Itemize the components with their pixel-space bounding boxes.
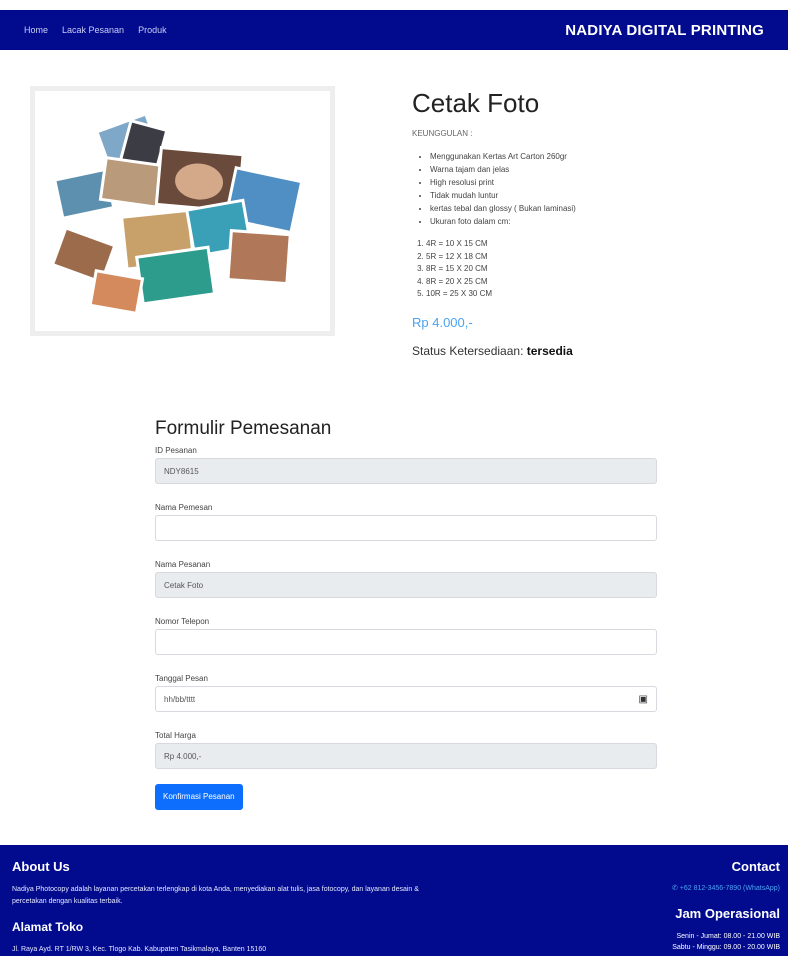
order-id-field: NDY8615 [155,458,657,484]
whatsapp-link[interactable]: ✆ +62 812-3456-7890 (WhatsApp) [520,884,780,892]
form-title: Formulir Pemesanan [155,418,332,439]
product-title: Cetak Foto [412,88,540,118]
footer-contact: Contact ✆ +62 812-3456-7890 (WhatsApp) J… [520,859,780,953]
nav-link-products[interactable]: Produk [138,25,167,35]
total-price-field: Rp 4.000,- [155,743,657,769]
address-text: Jl. Raya Ayd. RT 1/RW 3, Kec. Tlogo Kab.… [12,946,267,953]
availability-status: Status Ketersediaan: tersedia [412,344,772,358]
photo-collage-image [35,91,330,331]
customer-name-label: Nama Pemesan [155,503,213,512]
list-item: Ukuran foto dalam cm: [430,215,772,228]
status-label: Status Ketersediaan: [412,343,524,358]
nav-links: Home Lacak Pesanan Produk [24,25,167,35]
contact-text: +62 812-3456-7890 (WhatsApp) [679,885,780,892]
list-item: Warna tajam dan jelas [430,163,772,176]
order-name-field: Cetak Foto [155,572,657,598]
phone-input[interactable] [155,629,657,655]
order-name-group: Nama Pesanan Cetak Foto [155,558,657,598]
order-date-input[interactable]: hh/bb/tttt ▣ [155,686,657,712]
hours-weekend: Sabtu - Minggu: 09.00 - 20.00 WIB [672,944,780,951]
product-info: Cetak Foto KEUNGGULAN : Menggunakan Kert… [412,88,772,358]
calendar-icon[interactable]: ▣ [639,694,648,705]
list-item: 5R = 12 X 18 CM [426,251,772,264]
advantages-list: Menggunakan Kertas Art Carton 260gr Warn… [412,150,772,228]
hours-weekday: Senin - Jumat: 08.00 - 21.00 WIB [676,933,781,940]
size-list: 4R = 10 X 15 CM 5R = 12 X 18 CM 8R = 15 … [412,238,772,301]
nav-link-home[interactable]: Home [24,25,48,35]
footer: About Us Nadiya Photocopy adalah layanan… [0,845,788,956]
order-date-group: Tanggal Pesan hh/bb/tttt ▣ [155,672,657,712]
list-item: 8R = 20 X 25 CM [426,276,772,289]
list-item: Menggunakan Kertas Art Carton 260gr [430,150,772,163]
list-item: 10R = 25 X 30 CM [426,288,772,301]
total-price-group: Total Harga Rp 4.000,- [155,729,657,769]
nav-link-track-order[interactable]: Lacak Pesanan [62,25,124,35]
footer-about: About Us Nadiya Photocopy adalah layanan… [12,859,432,956]
order-name-value: Cetak Foto [164,580,204,590]
phone-group: Nomor Telepon [155,615,657,655]
total-price-label: Total Harga [155,731,196,740]
order-date-label: Tanggal Pesan [155,674,208,683]
total-price-value: Rp 4.000,- [164,751,202,761]
confirm-order-button[interactable]: Konfirmasi Pesanan [155,784,243,810]
advantages-label: KEUNGGULAN : [412,129,473,138]
phone-label: Nomor Telepon [155,617,210,626]
phone-icon: ✆ [671,885,680,892]
about-title: About Us [12,859,70,874]
order-id-group: ID Pesanan NDY8615 [155,444,657,484]
about-text: Nadiya Photocopy adalah layanan percetak… [12,886,419,905]
list-item: kertas tebal dan glossy ( Bukan laminasi… [430,202,772,215]
list-item: High resolusi print [430,176,772,189]
list-item: Tidak mudah luntur [430,189,772,202]
order-id-value: NDY8615 [164,466,199,476]
order-id-label: ID Pesanan [155,446,197,455]
list-item: 8R = 15 X 20 CM [426,263,772,276]
order-name-label: Nama Pesanan [155,560,211,569]
product-image [30,86,335,336]
product-price: Rp 4.000,- [412,314,473,330]
address-title: Alamat Toko [12,920,84,934]
order-form: Formulir Pemesanan ID Pesanan NDY8615 Na… [155,418,657,810]
customer-name-group: Nama Pemesan [155,501,657,541]
contact-title: Contact [731,859,780,874]
order-date-value: hh/bb/tttt [164,694,196,704]
customer-name-input[interactable] [155,515,657,541]
list-item: 4R = 10 X 15 CM [426,238,772,251]
top-navbar: Home Lacak Pesanan Produk NADIYA DIGITAL… [0,10,788,50]
brand-name[interactable]: NADIYA DIGITAL PRINTING [565,22,764,39]
status-value: tersedia [526,343,573,358]
hours-title: Jam Operasional [675,906,780,921]
